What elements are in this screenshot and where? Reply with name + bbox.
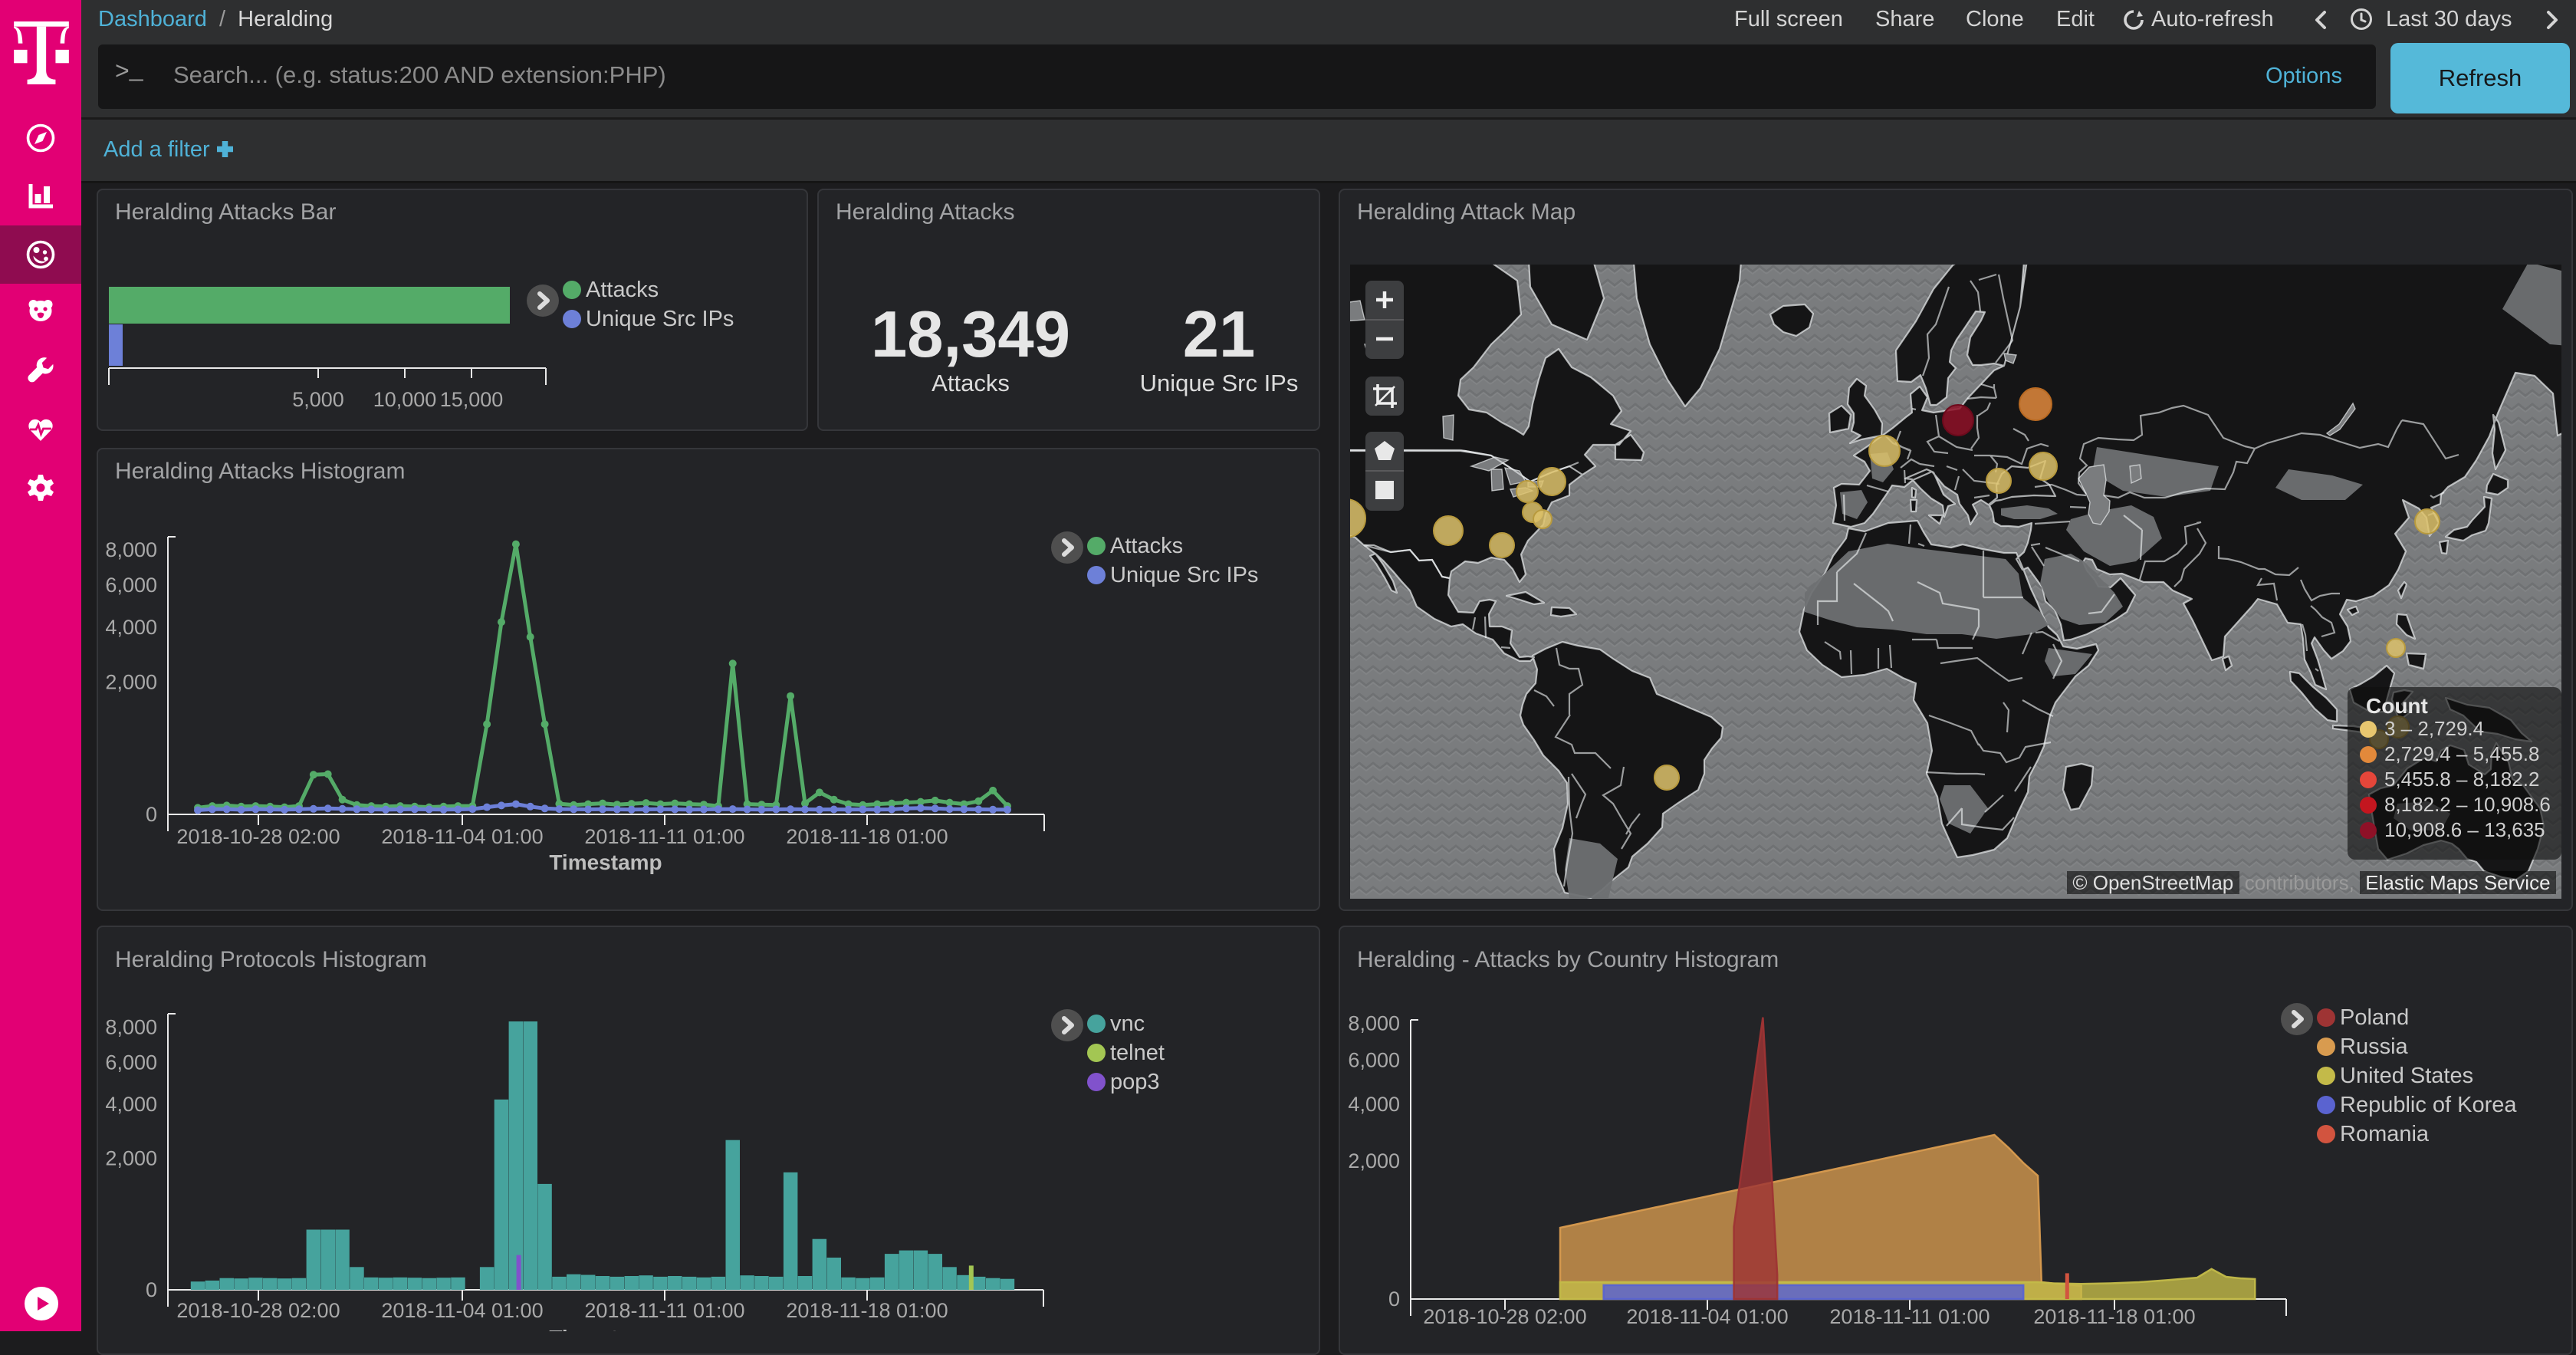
svg-text:5,000: 5,000 — [292, 388, 344, 411]
svg-text:2018-11-04 01:00: 2018-11-04 01:00 — [381, 1299, 543, 1322]
svg-text:2018-11-11 01:00: 2018-11-11 01:00 — [1829, 1305, 1990, 1328]
svg-text:2018-11-04 01:00: 2018-11-04 01:00 — [1626, 1305, 1788, 1328]
svg-text:2018-11-18 01:00: 2018-11-18 01:00 — [786, 825, 948, 848]
svg-text:2018-11-11 01:00: 2018-11-11 01:00 — [584, 825, 744, 848]
svg-text:2018-10-28 02:00: 2018-10-28 02:00 — [176, 825, 340, 848]
svg-text:10,000: 10,000 — [373, 388, 437, 411]
svg-text:8,000: 8,000 — [1348, 1011, 1400, 1034]
svg-text:6,000: 6,000 — [1348, 1049, 1400, 1072]
svg-text:2,000: 2,000 — [105, 671, 157, 694]
svg-text:15,000: 15,000 — [440, 388, 504, 411]
svg-text:4,000: 4,000 — [105, 1093, 157, 1116]
svg-text:8,000: 8,000 — [105, 538, 157, 561]
svg-text:Timestamp: Timestamp — [549, 1326, 662, 1331]
svg-text:2,000: 2,000 — [105, 1147, 157, 1170]
svg-text:2018-11-11 01:00: 2018-11-11 01:00 — [584, 1299, 744, 1322]
svg-text:6,000: 6,000 — [105, 1051, 157, 1074]
svg-text:2018-11-18 01:00: 2018-11-18 01:00 — [786, 1299, 948, 1322]
svg-text:2018-10-28 02:00: 2018-10-28 02:00 — [1423, 1305, 1586, 1328]
svg-text:4,000: 4,000 — [1348, 1093, 1400, 1116]
svg-text:0: 0 — [1388, 1288, 1400, 1311]
svg-text:2018-11-18 01:00: 2018-11-18 01:00 — [2033, 1305, 2195, 1328]
svg-text:6,000: 6,000 — [105, 574, 157, 597]
svg-text:2018-10-28 02:00: 2018-10-28 02:00 — [176, 1299, 340, 1322]
svg-text:4,000: 4,000 — [105, 616, 157, 639]
svg-text:2018-11-04 01:00: 2018-11-04 01:00 — [381, 825, 543, 848]
svg-text:Timestamp: Timestamp — [549, 850, 662, 874]
svg-text:8,000: 8,000 — [105, 1015, 157, 1038]
svg-text:0: 0 — [146, 803, 157, 826]
svg-text:0: 0 — [146, 1278, 157, 1301]
svg-text:2,000: 2,000 — [1348, 1149, 1400, 1172]
